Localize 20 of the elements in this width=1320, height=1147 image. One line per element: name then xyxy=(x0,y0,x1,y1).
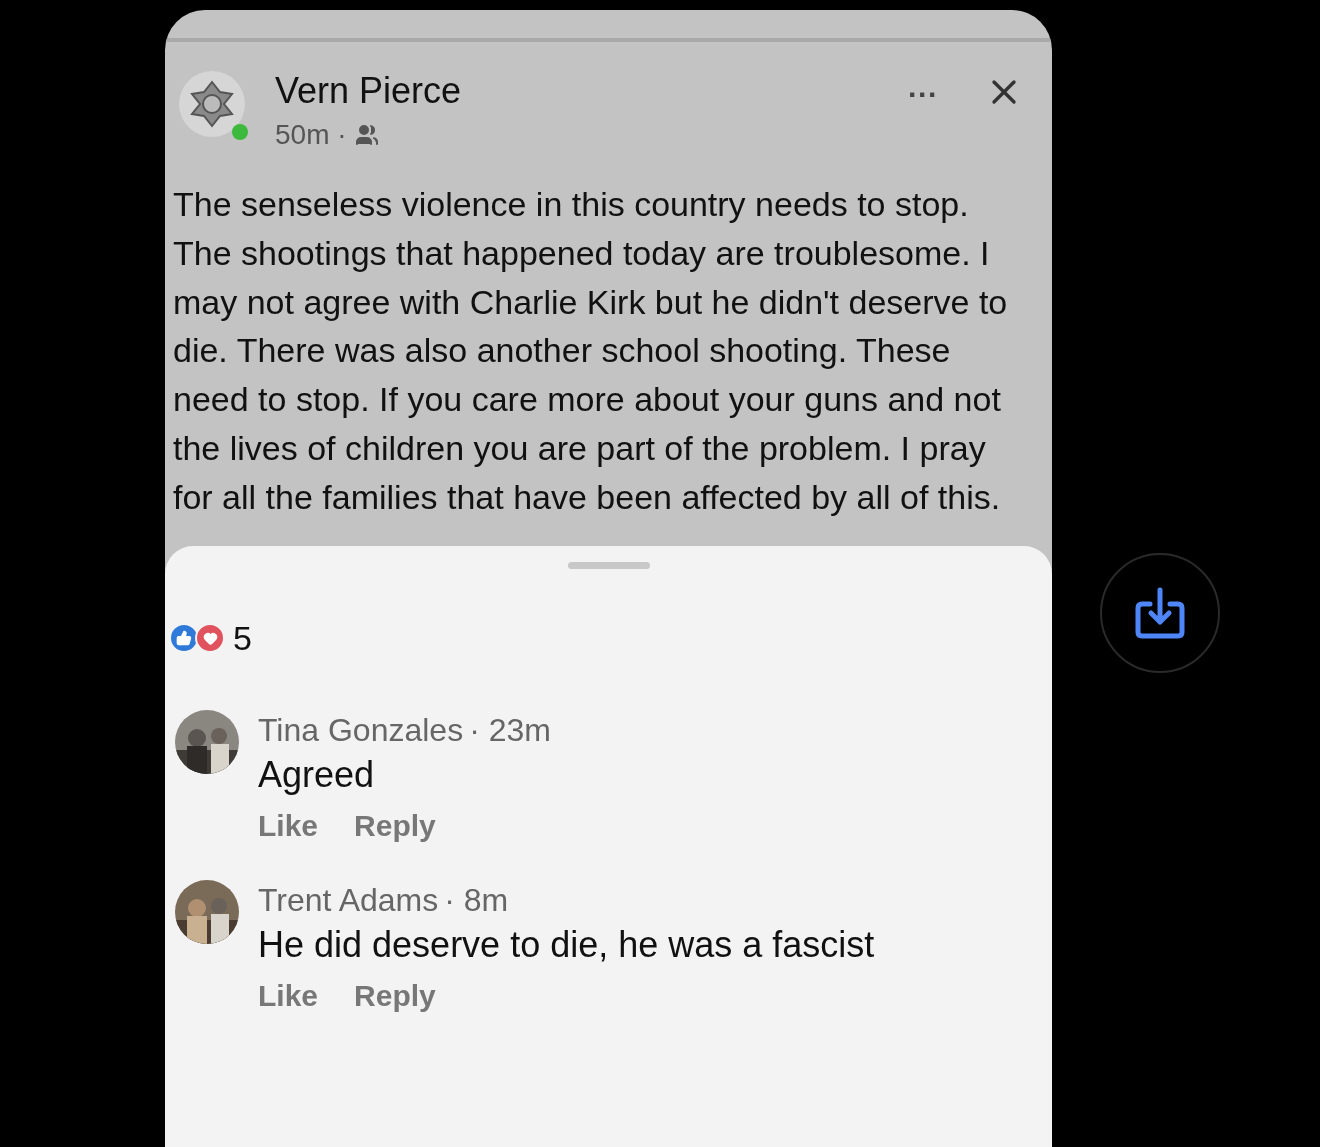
reply-link[interactable]: Reply xyxy=(354,807,436,844)
author-name[interactable]: Vern Pierce xyxy=(275,70,462,112)
drag-handle[interactable] xyxy=(567,561,650,569)
like-link[interactable]: Like xyxy=(258,807,319,844)
post-time: 50m · xyxy=(275,118,347,152)
reaction-count[interactable]: 5 xyxy=(233,612,252,664)
commenter-name[interactable]: Tina Gonzales xyxy=(258,709,464,750)
commenter-name[interactable]: Trent Adams xyxy=(258,879,439,920)
comment-time: · 8m xyxy=(444,880,509,920)
reply-link[interactable]: Reply xyxy=(354,977,436,1014)
like-link[interactable]: Like xyxy=(258,977,319,1014)
comment-time: · 23m xyxy=(469,710,551,750)
download-icon xyxy=(1134,586,1186,640)
firefighter-emblem-avatar xyxy=(178,70,246,138)
comment-text: He did deserve to die, he was a fascist xyxy=(258,922,875,967)
more-options-button[interactable]: ··· xyxy=(908,72,938,117)
download-button[interactable] xyxy=(1100,553,1220,673)
friends-audience-icon xyxy=(354,123,379,147)
comment-text: Agreed xyxy=(258,752,376,797)
post-body: The senseless violence in this country needs to stop. The shootings that happened today are troublesome. I may not agree with Charlie Kirk but he didn't deserve to die. There was also another school shooting. These need to stop. If you care more about your guns and not the lives of children you are part of the problem. I pray for all the families that have been affected by all of this. xyxy=(172,184,1009,518)
